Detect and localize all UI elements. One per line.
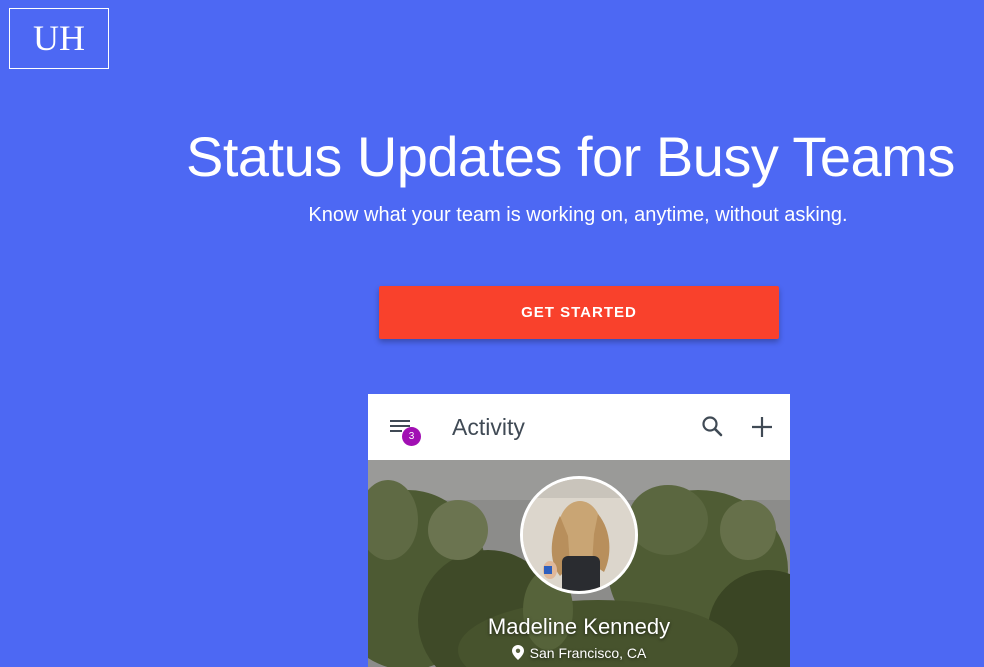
add-icon[interactable] [750,415,774,439]
location-pin-icon [511,645,524,660]
app-preview: 3 Activity Madeline Kennedy San Francisc… [368,394,790,667]
hero-title: Status Updates for Busy Teams [186,125,955,188]
landing-page: UH Status Updates for Busy Teams Know wh… [0,0,984,667]
profile-cover: Madeline Kennedy San Francisco, CA [368,460,790,667]
brand-logo-text: UH [33,18,85,58]
brand-logo[interactable]: UH [9,8,109,69]
get-started-button[interactable]: GET STARTED [379,286,779,339]
app-bar-title: Activity [452,414,525,440]
app-bar: 3 Activity [368,394,790,460]
profile-avatar[interactable] [520,476,638,594]
search-icon[interactable] [700,415,724,439]
notification-badge: 3 [402,427,421,446]
profile-name: Madeline Kennedy [487,614,671,639]
profile-location-text: San Francisco, CA [529,645,647,661]
menu-icon[interactable]: 3 [388,416,421,446]
profile-location: San Francisco, CA [368,644,790,662]
hero-subtitle: Know what your team is working on, anyti… [308,204,848,226]
